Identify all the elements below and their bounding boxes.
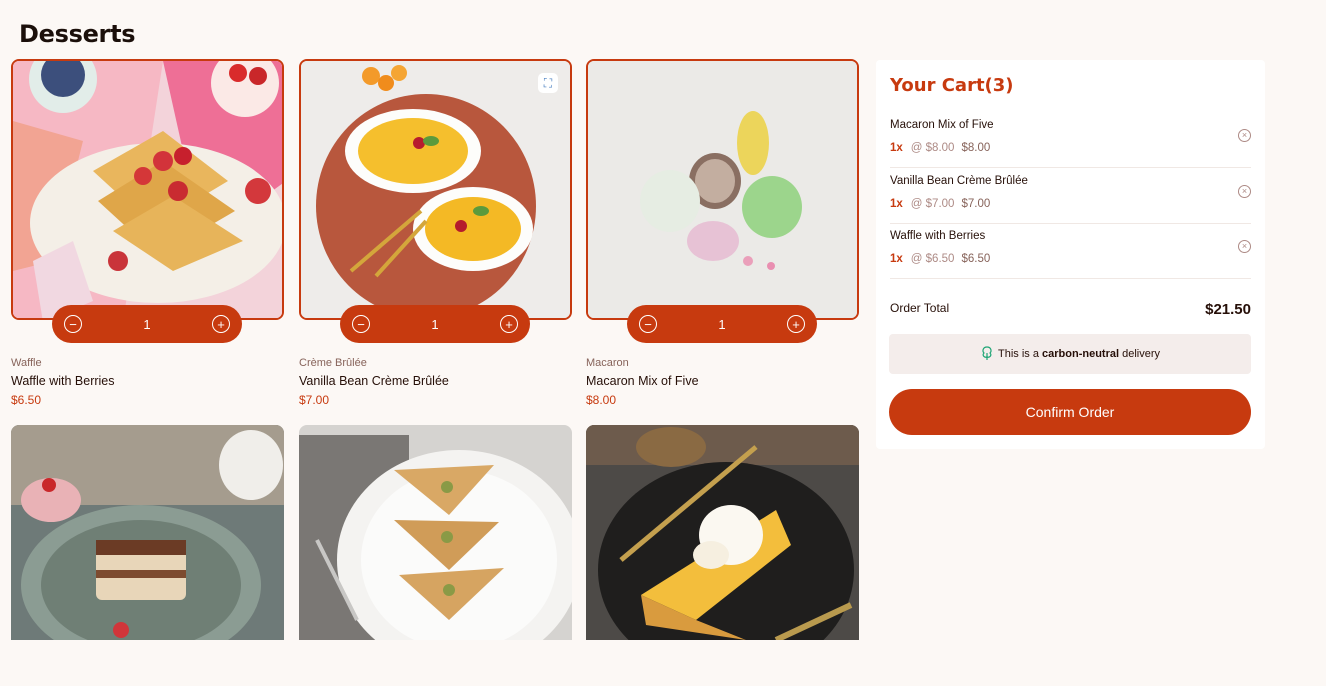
quantity-value: 1 [431, 316, 439, 332]
quantity-stepper: − 1 + [627, 305, 817, 343]
product-card-pie [586, 425, 859, 686]
product-name: Macaron Mix of Five [586, 374, 699, 388]
product-price: $7.00 [299, 393, 330, 407]
cart-item-details: 1x @ $7.00 $7.00 [890, 198, 990, 210]
cart-item: Macaron Mix of Five 1x @ $8.00 $8.00 × [890, 112, 1251, 168]
product-name: Waffle with Berries [11, 374, 115, 388]
remove-circle-icon[interactable]: × [1238, 129, 1251, 142]
quantity-stepper: − 1 + [52, 305, 242, 343]
quantity-value: 1 [143, 316, 151, 332]
cart-item: Waffle with Berries 1x @ $6.50 $6.50 × [890, 223, 1251, 279]
product-image-waffle [11, 59, 284, 320]
confirm-order-button[interactable]: Confirm Order [889, 389, 1251, 435]
cart-title: Your Cart(3) [890, 75, 1014, 96]
cart-item-unit-price: @ $8.00 [910, 142, 955, 154]
cart-item-details: 1x @ $8.00 $8.00 [890, 142, 990, 154]
product-card-creme-brulee: ⛶ − 1 + Crème Brûlée Vanilla Bean Crème … [299, 59, 572, 407]
cart-item: Vanilla Bean Crème Brûlée 1x @ $7.00 $7.00… [890, 168, 1251, 224]
minus-circle-icon[interactable]: − [639, 315, 657, 333]
product-card-baklava [299, 425, 572, 686]
remove-circle-icon[interactable]: × [1238, 240, 1251, 253]
product-image-baklava [299, 425, 572, 686]
minus-circle-icon[interactable]: − [352, 315, 370, 333]
plus-circle-icon[interactable]: + [786, 315, 805, 333]
carbon-text: This is a carbon-neutral delivery [998, 348, 1160, 360]
cart-item-name: Macaron Mix of Five [890, 119, 994, 131]
product-image-tiramisu [11, 425, 284, 686]
product-card-macaron: − 1 + Macaron Macaron Mix of Five $8.00 [586, 59, 859, 407]
tree-icon [980, 345, 994, 363]
product-image-creme-brulee: ⛶ [299, 59, 572, 320]
plus-circle-icon[interactable]: + [211, 315, 230, 333]
product-image-pie [586, 425, 859, 686]
product-category: Crème Brûlée [299, 357, 367, 369]
remove-circle-icon[interactable]: × [1238, 185, 1251, 198]
product-card-tiramisu [11, 425, 284, 686]
cart-item-total: $8.00 [961, 142, 991, 154]
product-name: Vanilla Bean Crème Brûlée [299, 374, 449, 388]
cart-panel: Your Cart(3) Macaron Mix of Five 1x @ $8.… [876, 60, 1265, 449]
scan-icon[interactable]: ⛶ [538, 73, 558, 93]
product-price: $6.50 [11, 393, 42, 407]
cart-item-qty: 1x [890, 198, 903, 210]
cart-item-details: 1x @ $6.50 $6.50 [890, 253, 990, 265]
product-card-waffle: − 1 + Waffle Waffle with Berries $6.50 [11, 59, 284, 407]
product-category: Waffle [11, 357, 42, 369]
cart-item-name: Vanilla Bean Crème Brûlée [890, 175, 1028, 187]
product-category: Macaron [586, 357, 629, 369]
cart-item-total: $7.00 [961, 198, 991, 210]
cart-item-unit-price: @ $7.00 [910, 198, 955, 210]
carbon-neutral-notice: This is a carbon-neutral delivery [889, 334, 1251, 374]
product-image-macaron [586, 59, 859, 320]
cart-item-name: Waffle with Berries [890, 230, 986, 242]
product-price: $8.00 [586, 393, 617, 407]
quantity-stepper: − 1 + [340, 305, 530, 343]
cart-item-qty: 1x [890, 142, 903, 154]
cart-item-unit-price: @ $6.50 [910, 253, 955, 265]
page-title: Desserts [19, 20, 136, 48]
order-total-value: $21.50 [1205, 301, 1251, 318]
plus-circle-icon[interactable]: + [499, 315, 518, 333]
order-total-label: Order Total [890, 301, 950, 315]
minus-circle-icon[interactable]: − [64, 315, 82, 333]
quantity-value: 1 [718, 316, 726, 332]
cart-item-total: $6.50 [961, 253, 991, 265]
cart-item-qty: 1x [890, 253, 903, 265]
